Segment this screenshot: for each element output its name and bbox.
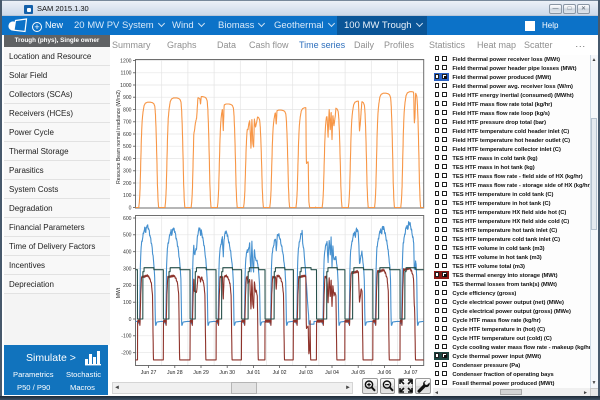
svg-text:400: 400: [123, 250, 132, 256]
svg-text:200: 200: [123, 283, 132, 289]
svg-text:400: 400: [123, 156, 132, 162]
svg-text:100: 100: [123, 300, 132, 306]
svg-text:Jul 01: Jul 01: [246, 370, 260, 376]
svg-text:900: 900: [123, 95, 132, 101]
svg-text:300: 300: [123, 266, 132, 272]
svg-text:Jun 29: Jun 29: [193, 370, 209, 376]
svg-text:Jun 30: Jun 30: [219, 370, 235, 376]
svg-text:1000: 1000: [120, 83, 131, 89]
svg-text:Jul 05: Jul 05: [351, 370, 365, 376]
svg-text:100: 100: [123, 193, 132, 199]
svg-text:600: 600: [123, 132, 132, 138]
svg-text:200: 200: [123, 181, 132, 187]
svg-text:300: 300: [123, 169, 132, 175]
svg-text:800: 800: [123, 107, 132, 113]
svg-text:Jul 06: Jul 06: [377, 370, 391, 376]
svg-text:1200: 1200: [120, 58, 131, 64]
svg-text:700: 700: [123, 120, 132, 126]
svg-text:Jun 28: Jun 28: [167, 370, 183, 376]
svg-text:Jul 07: Jul 07: [404, 370, 418, 376]
svg-text:MWt: MWt: [116, 287, 122, 298]
svg-text:500: 500: [123, 144, 132, 150]
svg-text:Jul 03: Jul 03: [299, 370, 313, 376]
svg-text:0: 0: [129, 205, 132, 211]
svg-text:Resource Beam normal irradianc: Resource Beam normal irradiance (W/m2): [116, 90, 122, 184]
svg-text:Jul 02: Jul 02: [273, 370, 287, 376]
svg-text:500: 500: [123, 233, 132, 239]
svg-text:Jul 04: Jul 04: [325, 370, 339, 376]
svg-text:Jun 27: Jun 27: [141, 370, 157, 376]
svg-text:-100: -100: [121, 334, 131, 340]
svg-text:1100: 1100: [121, 71, 132, 77]
svg-text:0: 0: [129, 317, 132, 323]
svg-text:-200: -200: [121, 351, 131, 357]
svg-text:600: 600: [123, 216, 132, 222]
